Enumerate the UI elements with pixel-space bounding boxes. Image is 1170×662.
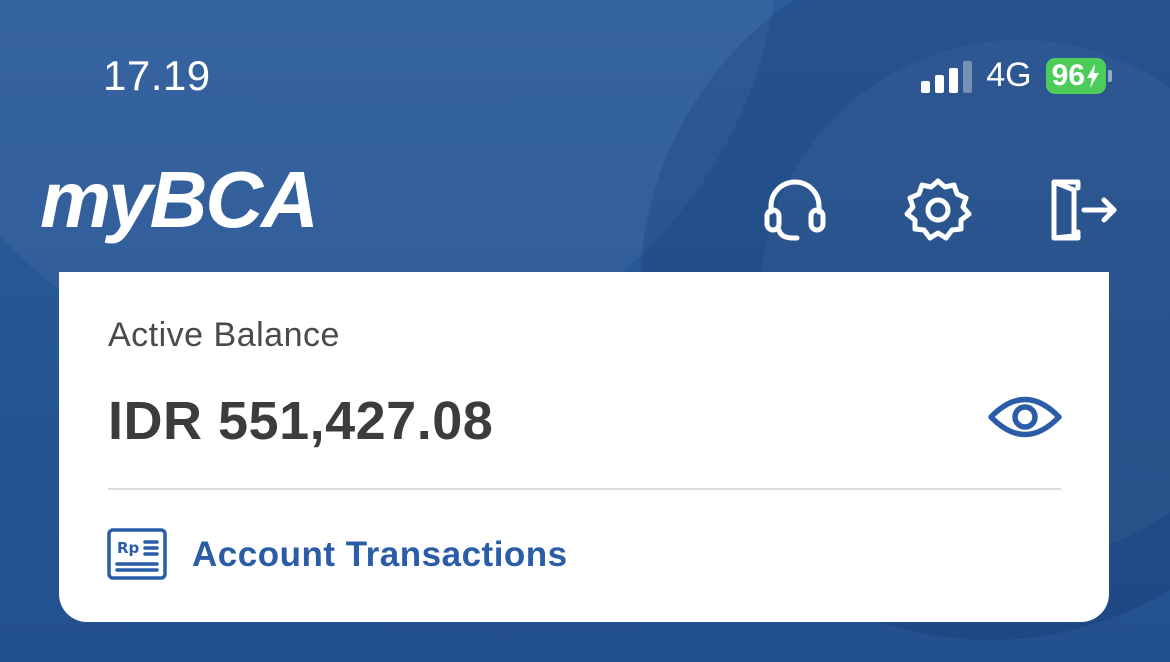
charging-bolt-icon	[1087, 63, 1099, 88]
battery-level: 96	[1051, 58, 1085, 92]
svg-text:Rp: Rp	[117, 539, 140, 557]
battery-icon: 96	[1045, 57, 1112, 94]
balance-label: Active Balance	[108, 316, 340, 354]
balance-value: IDR 551,427.08	[108, 391, 494, 451]
headset-icon[interactable]	[755, 170, 835, 250]
battery-cap	[1108, 69, 1112, 82]
logo-my: my	[40, 155, 153, 244]
status-indicators: 4G 96	[921, 56, 1112, 95]
logout-icon[interactable]	[1042, 170, 1122, 250]
rp-receipt-icon[interactable]: Rp	[107, 528, 167, 580]
status-time: 17.19	[103, 52, 211, 99]
logo-bca: BCA	[149, 155, 319, 244]
balance-card: Active Balance IDR 551,427.08 Rp Account…	[59, 272, 1109, 622]
gear-icon[interactable]	[898, 170, 978, 250]
account-transactions-link[interactable]: Account Transactions	[192, 535, 568, 575]
eye-icon[interactable]	[987, 392, 1063, 442]
signal-icon	[921, 59, 973, 93]
card-divider	[108, 488, 1061, 490]
network-type: 4G	[986, 56, 1032, 94]
mybca-logo: myBCA	[40, 160, 319, 240]
